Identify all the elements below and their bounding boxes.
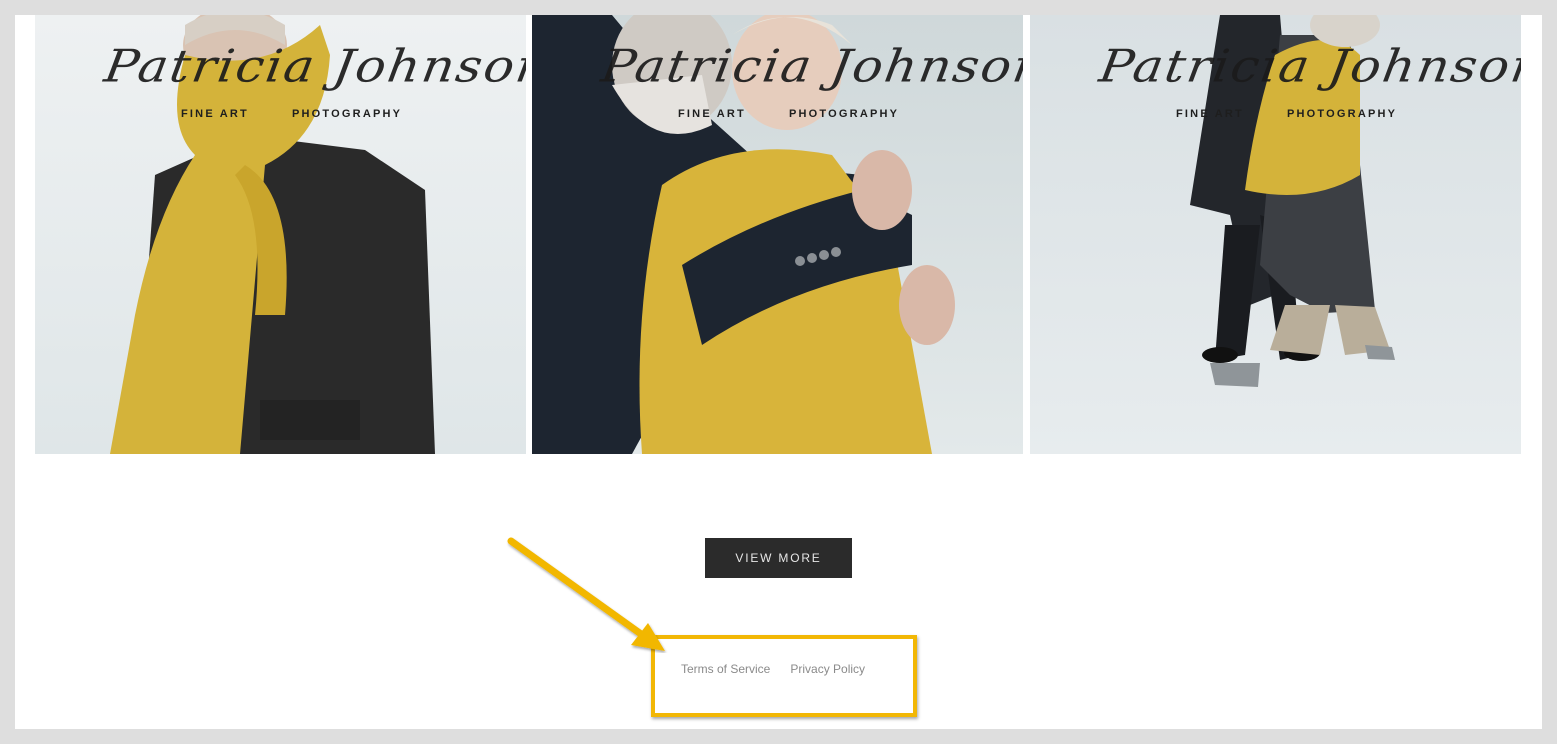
privacy-policy-link[interactable]: Privacy Policy: [790, 662, 865, 676]
gallery-photo-couple-embrace[interactable]: Patricia Johnson FINE ART PHOTOGRAPHY: [532, 15, 1023, 454]
view-more-button[interactable]: VIEW MORE: [705, 538, 852, 578]
terms-of-service-link[interactable]: Terms of Service: [681, 662, 770, 676]
footer-links: Terms of Service Privacy Policy: [681, 662, 865, 676]
photo-scene: [35, 15, 526, 454]
page: Patricia Johnson FINE ART PHOTOGRAPHY Pa…: [15, 15, 1542, 729]
gallery-photo-woman-yellow-scarf[interactable]: Patricia Johnson FINE ART PHOTOGRAPHY: [35, 15, 526, 454]
gallery-photo-couple-dancing[interactable]: Patricia Johnson FINE ART PHOTOGRAPHY: [1030, 15, 1521, 454]
photo-scene: [1030, 15, 1521, 454]
photo-scene: [532, 15, 1023, 454]
annotation-highlight-box: [651, 635, 917, 717]
photo-gallery: Patricia Johnson FINE ART PHOTOGRAPHY Pa…: [35, 15, 1521, 454]
annotation-arrow-icon: [507, 537, 665, 651]
